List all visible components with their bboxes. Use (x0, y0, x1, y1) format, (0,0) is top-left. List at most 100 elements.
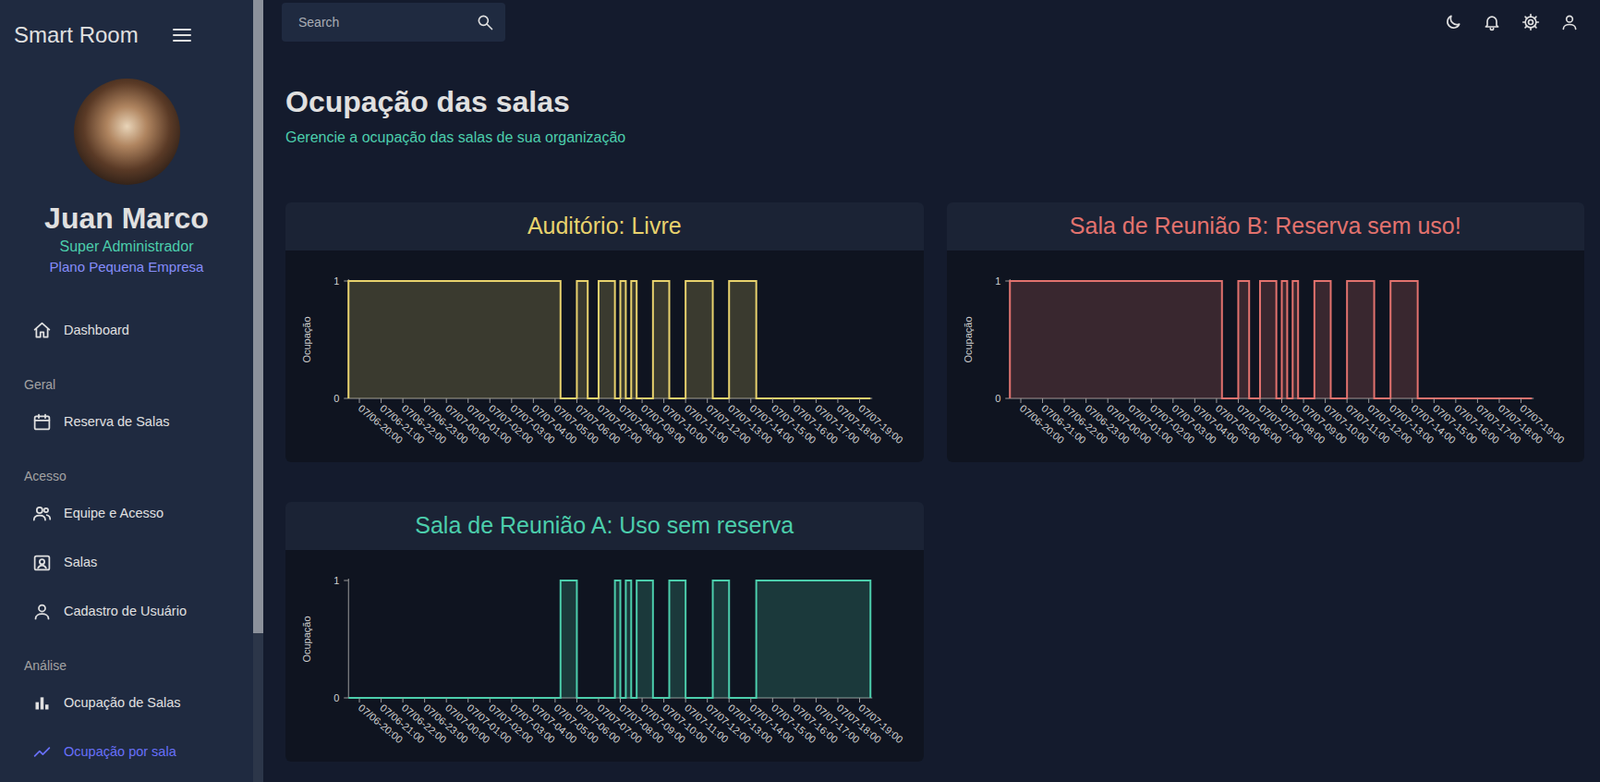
x-tick-label: 07/07-19:00 (856, 401, 906, 446)
occupancy-segment (821, 580, 827, 698)
occupancy-segment (413, 280, 420, 399)
x-tick (1193, 398, 1195, 403)
sidebar-item[interactable]: Ocupação por sala (0, 727, 254, 776)
occupancy-segment (381, 280, 388, 399)
x-tick (685, 398, 687, 403)
x-tick (402, 697, 404, 703)
x-tick (728, 697, 730, 703)
occupancy-segment (1117, 280, 1124, 399)
x-tick (793, 398, 795, 403)
x-tick (446, 398, 448, 403)
occupancy-segment (419, 280, 425, 399)
sidebar-nav: DashboardGeralReserva de SalasAcessoEqui… (0, 305, 254, 776)
person-icon[interactable] (1560, 12, 1579, 32)
occupancy-segment (604, 280, 610, 399)
y-tick-label: 1 (333, 275, 340, 287)
occupancy-segment (1406, 280, 1412, 399)
x-tick (750, 697, 752, 703)
sidebar-scrollbar[interactable] (253, 0, 264, 782)
scrollbar-thumb[interactable] (253, 0, 264, 633)
occupancy-segment (658, 280, 665, 399)
occupancy-segment (1177, 280, 1184, 399)
user-plan: Plano Pequena Empresa (0, 256, 254, 278)
x-tick (1259, 398, 1261, 403)
occupancy-segment (826, 580, 833, 698)
menu-icon[interactable] (170, 24, 194, 47)
moon-icon[interactable] (1443, 12, 1463, 32)
room-charts: Auditório: Livre Ocupação1007/06-20:0007/… (281, 202, 1585, 762)
occupancy-segment (674, 580, 680, 698)
avatar-photo (73, 78, 181, 185)
sidebar-item[interactable]: Equipe e Acesso (0, 488, 254, 538)
occupancy-segment (843, 580, 849, 698)
y-axis-label: Ocupação (301, 315, 313, 363)
x-tick (467, 398, 469, 403)
x-tick (1498, 398, 1500, 403)
sidebar-item[interactable]: Salas (0, 537, 254, 587)
room-title: Auditório: Livre (285, 202, 924, 251)
y-tick (343, 697, 349, 699)
x-tick-label: 07/07-19:00 (1517, 401, 1567, 446)
occupancy-segment (1139, 280, 1146, 399)
x-tick (1215, 398, 1217, 403)
x-tick (359, 398, 361, 403)
search-input[interactable] (296, 12, 476, 34)
occupancy-segment (468, 280, 474, 399)
occupancy-segment (1074, 280, 1080, 399)
occupancy-segment (1211, 280, 1217, 399)
chart-canvas: Ocupação1007/06-20:0007/06-21:0007/06-22… (285, 549, 924, 762)
calendar-icon (32, 412, 52, 432)
occupancy-chart: Ocupação1007/06-20:0007/06-21:0007/06-22… (946, 250, 1586, 462)
occupancy-segment (511, 280, 518, 399)
gear-icon[interactable] (1521, 12, 1540, 32)
x-tick (446, 697, 448, 703)
x-tick (1128, 398, 1130, 403)
bell-icon[interactable] (1482, 12, 1502, 32)
occupancy-segment (1085, 280, 1091, 399)
occupancy-segment (1166, 280, 1173, 399)
occupancy-segment (1053, 280, 1059, 399)
chart-canvas: Ocupação1007/06-20:0007/06-21:0007/06-22… (946, 250, 1586, 462)
page-subtitle: Gerencie a ocupação das salas de sua org… (285, 127, 1585, 148)
sidebar-item[interactable]: Reserva de Salas (0, 397, 254, 447)
x-tick (1389, 398, 1391, 403)
x-tick (554, 398, 556, 403)
occupancy-segment (495, 280, 501, 399)
x-tick (815, 697, 817, 703)
occupancy-segment (1079, 280, 1086, 399)
x-tick (663, 697, 665, 703)
search-icon[interactable] (475, 12, 495, 32)
y-axis-label: Ocupação (962, 315, 974, 363)
x-tick (554, 697, 556, 703)
sidebar-item-label: Ocupação por sala (63, 741, 177, 763)
occupancy-segment (533, 280, 539, 399)
occupancy-segment (1188, 280, 1195, 399)
occupancy-segment (1068, 280, 1075, 399)
occupancy-segment (702, 280, 708, 399)
x-tick (642, 398, 643, 403)
occupancy-segment (402, 280, 409, 399)
page-header: Ocupação das salasGerencie a ocupação da… (281, 83, 1585, 148)
occupancy-segment (408, 280, 414, 399)
y-tick-label: 0 (333, 392, 340, 404)
sidebar-item[interactable]: Dashboard (0, 305, 254, 355)
room-card: Sala de Reunião B: Reserva sem uso!Ocupa… (946, 202, 1586, 462)
search-box[interactable] (281, 2, 506, 42)
occupancy-segment (424, 280, 431, 399)
occupancy-segment (1058, 280, 1065, 399)
x-tick (859, 697, 861, 703)
room-card: Auditório: LivreOcupação1007/06-20:0007/… (285, 202, 924, 462)
sidebar-item-label: Cadastro de Usuário (63, 601, 187, 622)
occupancy-segment (364, 280, 371, 399)
sidebar: Smart RoomJuan MarcoSuper AdministradorP… (0, 0, 254, 782)
occupancy-segment (527, 280, 534, 399)
sidebar-item-label: Dashboard (63, 320, 130, 341)
occupancy-segment (1162, 280, 1168, 399)
x-tick (815, 398, 817, 403)
x-tick (510, 398, 512, 403)
sidebar-item[interactable]: Ocupação de Salas (0, 678, 254, 728)
x-tick (836, 697, 838, 703)
occupancy-segment (848, 580, 855, 698)
sidebar-item[interactable]: Cadastro de Usuário (0, 586, 254, 636)
occupancy-segment (1395, 280, 1402, 399)
